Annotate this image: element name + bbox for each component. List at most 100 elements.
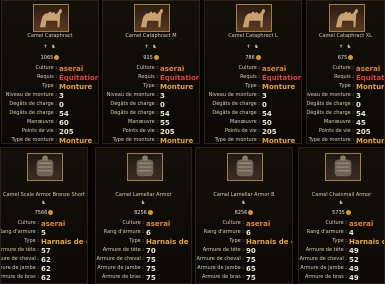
stat-label: Armure de bras : xyxy=(201,274,244,280)
item-icons: ✝ ♞ xyxy=(144,44,158,50)
stat-label: Type : xyxy=(129,238,144,244)
mount-tooltip-card: Camel Cataphract ✝ ♞ 1065 Culture : aseraï Re… xyxy=(1,0,99,144)
coin-icon xyxy=(348,55,354,60)
stat-row: Dégâts de charge :0 xyxy=(103,101,199,109)
item-price: 1065 xyxy=(2,55,98,61)
stat-row: Culture : aseraï xyxy=(103,65,199,73)
stat-row: Type de monture :Monture xyxy=(205,137,301,144)
stat-row: Armure de cheval :62 xyxy=(1,256,87,264)
armor-tooltip-card: Camel Lamellar Armor B ♞ 8256 Culture : aser… xyxy=(195,147,293,284)
coin-icon xyxy=(147,210,153,215)
item-name: Camel Lamellar Armor B xyxy=(213,192,275,198)
stat-value: aseraï xyxy=(246,220,271,228)
stat-row: Requis :Équitation 10 xyxy=(205,74,301,82)
stat-row: Points de vie :205 xyxy=(103,128,199,136)
stat-row: Dégâts de charge :54 xyxy=(103,110,199,118)
stat-row: Requis :Équitation 10 xyxy=(2,74,98,82)
stat-row: Armure de jambe :49 xyxy=(299,265,384,273)
stat-label: Requis : xyxy=(334,74,354,80)
stat-value: 75 xyxy=(146,265,156,273)
price-value: 675 xyxy=(337,55,348,61)
camel-portrait xyxy=(328,4,365,32)
item-price: 915 xyxy=(103,55,199,61)
stat-value: Harnais de cheval xyxy=(349,238,384,246)
stat-label: Type : xyxy=(42,83,57,89)
stat-value: aseraï xyxy=(41,220,66,228)
stat-row: Culture : aseraï xyxy=(96,220,191,228)
stat-value: 5 xyxy=(41,229,46,237)
item-price: 7566 xyxy=(1,210,87,216)
stat-label: Requis : xyxy=(138,74,158,80)
stat-label: Culture : xyxy=(238,65,260,71)
stat-value: 62 xyxy=(41,256,51,264)
item-name: Camel Chainmail Armor xyxy=(311,192,372,198)
stat-row: Culture : aseraï xyxy=(205,65,301,73)
stat-value: 3 xyxy=(160,92,165,100)
stat-row: Points de vie :205 xyxy=(205,128,301,136)
stat-value: 3 xyxy=(59,92,64,100)
stat-label: Manœuvre : xyxy=(229,119,260,125)
stat-row: Manœuvre :45 xyxy=(307,119,384,127)
stat-row: Culture : aseraï xyxy=(2,65,98,73)
stat-value: 60 xyxy=(59,119,69,127)
coin-icon xyxy=(255,55,261,60)
mount-tooltip-card: Camel Cataphract M ✝ ♞ 915 Culture : aseraï R… xyxy=(102,0,200,144)
stat-value: 0 xyxy=(160,101,165,109)
stat-value: 90 xyxy=(246,247,256,255)
stat-row: Niveau de monture :3 xyxy=(205,92,301,100)
price-value: 915 xyxy=(143,55,153,61)
stat-label: Armure de tête : xyxy=(102,247,144,253)
stat-value: 6 xyxy=(146,229,151,237)
camel-portrait xyxy=(236,4,272,32)
stat-value: Harnais de cheval xyxy=(246,238,292,246)
stat-value: 75 xyxy=(246,256,256,264)
stat-label: Armure de jambe : xyxy=(197,265,244,271)
stat-label: Rang d'armure : xyxy=(0,229,39,235)
stat-row: Niveau de monture :3 xyxy=(2,92,98,100)
stat-label: Dégâts de charge : xyxy=(306,110,354,116)
stat-row: Culture : aseraï xyxy=(307,65,384,73)
stat-row: Dégâts de charge :54 xyxy=(306,110,384,118)
stat-value: 57 xyxy=(41,247,51,255)
stat-value: 65 xyxy=(246,265,256,273)
stat-label: Points de vie : xyxy=(318,128,354,134)
stat-value: Équitation 10 xyxy=(160,74,200,82)
coin-icon xyxy=(153,55,159,60)
stat-value: aseraï xyxy=(262,65,287,73)
stat-value: 62 xyxy=(41,274,51,282)
stat-label: Armure de cheval : xyxy=(196,256,244,262)
stat-label: Dégâts de charge : xyxy=(306,101,354,107)
stat-row: Armure de bras :62 xyxy=(1,274,87,282)
item-name: Camel Cataphract XL xyxy=(318,33,373,39)
item-name: Camel Cataphract M xyxy=(125,33,177,39)
stat-row: Niveau de monture :3 xyxy=(307,92,384,100)
coin-icon xyxy=(345,210,351,215)
stat-row: Culture : aseraï xyxy=(1,220,87,228)
stat-label: Armure de cheval : xyxy=(96,256,144,262)
stat-label: Points de vie : xyxy=(224,128,260,134)
stat-label: Type de monture : xyxy=(214,137,260,143)
stat-label: Type de monture : xyxy=(308,137,354,143)
stat-value: 49 xyxy=(349,274,359,282)
stat-value: aseraï xyxy=(160,65,185,73)
item-price: 8256 xyxy=(96,210,191,216)
stat-value: 55 xyxy=(160,119,170,127)
item-icons: ✝ ♞ xyxy=(338,44,353,50)
camel-armor-portrait xyxy=(324,153,361,181)
stat-label: Armure de tête : xyxy=(0,247,39,253)
stat-value: Monture xyxy=(262,137,296,144)
stat-row: Type :Monture xyxy=(205,83,301,91)
stat-label: Armure de jambe : xyxy=(300,265,347,271)
stat-value: aseraï xyxy=(146,220,171,228)
stat-value: 205 xyxy=(262,128,277,136)
camel-armor-portrait xyxy=(227,153,263,181)
stat-label: Culture : xyxy=(122,220,144,226)
stat-value: 6 xyxy=(246,229,251,237)
stat-value: Monture xyxy=(356,83,385,91)
armor-tooltip-card: Camel Scale Armor Bronze Short ♞ 7566 Cultu… xyxy=(0,147,88,284)
stat-row: Culture : aseraï xyxy=(196,220,292,228)
price-value: 5735 xyxy=(332,210,345,216)
stat-row: Dégâts de charge :0 xyxy=(205,101,301,109)
item-price: 675 xyxy=(307,55,384,61)
stat-row: Armure de cheval :75 xyxy=(96,256,191,264)
